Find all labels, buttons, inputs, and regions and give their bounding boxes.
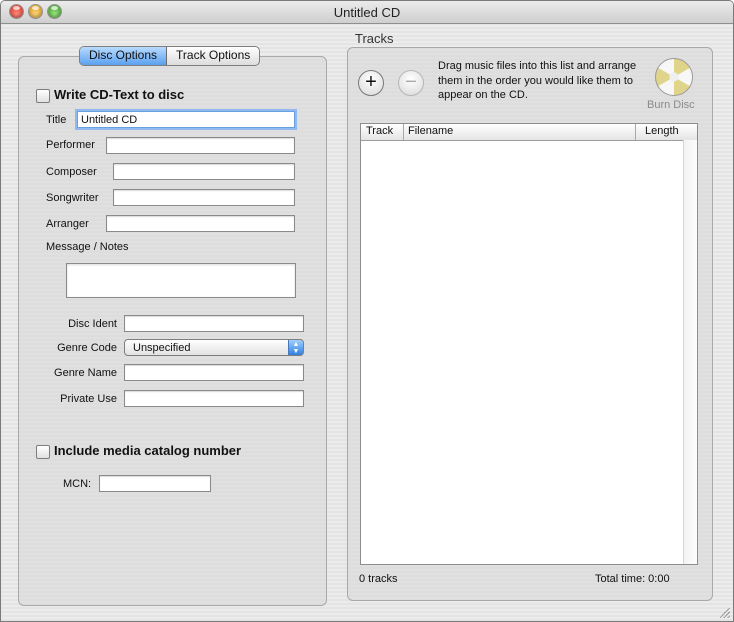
burn-disc-label[interactable]: Burn Disc <box>647 99 695 111</box>
tracks-table[interactable]: Track Filename Length <box>360 123 698 565</box>
genre-code-popup[interactable]: Unspecified ▲ ▼ <box>124 339 304 356</box>
arranger-label: Arranger <box>46 218 89 230</box>
add-track-button[interactable]: + <box>358 70 384 96</box>
track-count: 0 tracks <box>359 573 398 585</box>
tab-disc-options[interactable]: Disc Options <box>80 47 168 65</box>
genre-name-field[interactable] <box>124 364 304 381</box>
songwriter-field[interactable] <box>113 189 295 206</box>
column-header-track[interactable]: Track <box>366 125 393 137</box>
genre-code-value: Unspecified <box>133 342 191 354</box>
app-window: Untitled CD Disc Options Track Options W… <box>0 0 734 622</box>
private-use-label: Private Use <box>60 393 117 405</box>
resize-grip-icon[interactable] <box>720 608 730 618</box>
title-bar[interactable]: Untitled CD <box>1 1 733 24</box>
include-mcn-checkbox[interactable] <box>36 445 50 459</box>
popup-arrows-icon: ▲ ▼ <box>288 340 303 355</box>
tracks-heading: Tracks <box>355 31 394 46</box>
include-mcn-label: Include media catalog number <box>54 443 242 458</box>
tab-track-options[interactable]: Track Options <box>167 47 259 65</box>
composer-field[interactable] <box>113 163 295 180</box>
tracks-table-header: Track Filename Length <box>361 124 697 141</box>
arranger-field[interactable] <box>106 215 295 232</box>
minus-icon: − <box>405 71 417 93</box>
window-title: Untitled CD <box>333 5 401 20</box>
total-time: Total time: 0:00 <box>595 573 670 585</box>
title-label: Title <box>46 114 67 126</box>
genre-name-label: Genre Name <box>54 367 117 379</box>
column-header-filename[interactable]: Filename <box>408 125 453 137</box>
vertical-scrollbar[interactable] <box>683 140 697 564</box>
column-divider[interactable] <box>403 124 404 140</box>
disc-ident-field[interactable] <box>124 315 304 332</box>
drag-hint-text: Drag music files into this list and arra… <box>438 60 637 101</box>
composer-label: Composer <box>46 166 97 178</box>
plus-icon: + <box>365 71 377 93</box>
remove-track-button[interactable]: − <box>398 70 424 96</box>
mcn-field[interactable] <box>99 475 211 492</box>
column-header-length[interactable]: Length <box>645 125 679 137</box>
write-cd-text-label: Write CD-Text to disc <box>54 87 185 102</box>
mcn-label: MCN: <box>63 478 92 490</box>
title-field[interactable]: Untitled CD <box>77 111 295 128</box>
performer-label: Performer <box>46 139 95 151</box>
message-notes-field[interactable] <box>66 263 296 298</box>
message-notes-label: Message / Notes <box>46 241 129 253</box>
songwriter-label: Songwriter <box>46 192 99 204</box>
genre-code-label: Genre Code <box>57 342 117 354</box>
private-use-field[interactable] <box>124 390 304 407</box>
burn-disc-icon[interactable] <box>655 58 693 96</box>
write-cd-text-checkbox[interactable] <box>36 89 50 103</box>
performer-field[interactable] <box>106 137 295 154</box>
options-tabs: Disc Options Track Options <box>79 46 261 66</box>
disc-ident-label: Disc Ident <box>68 318 117 330</box>
column-divider[interactable] <box>635 124 636 140</box>
